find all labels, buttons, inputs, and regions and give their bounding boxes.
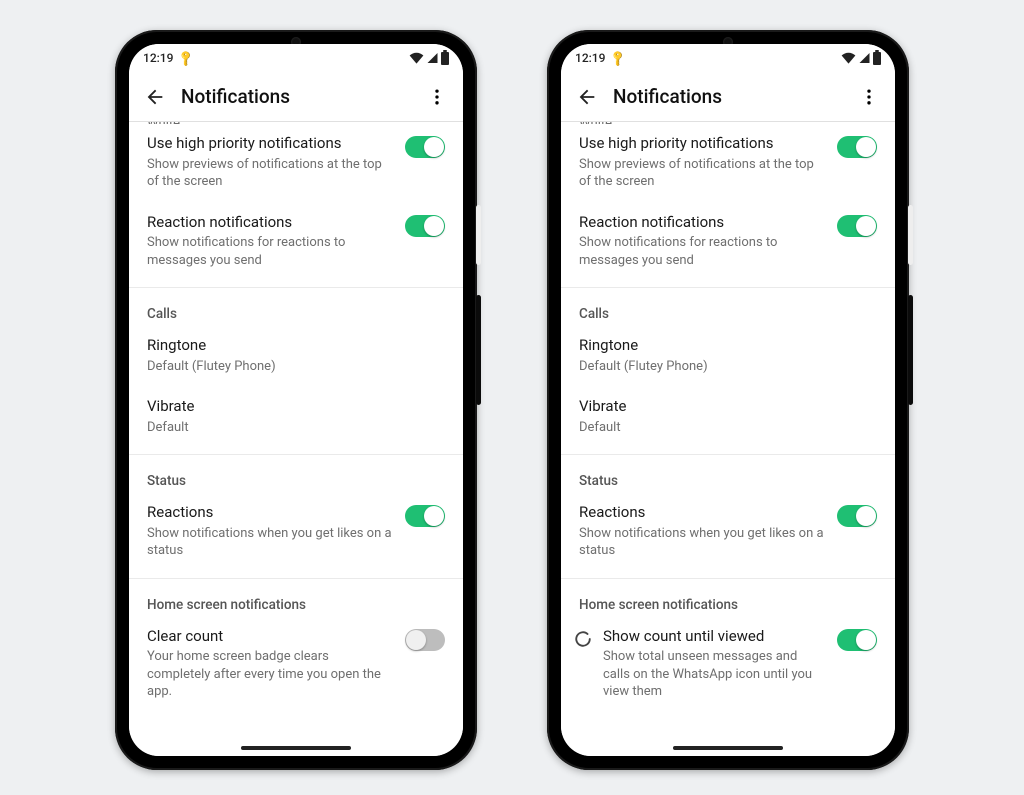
status-bar: 12:19 🔑	[561, 44, 895, 72]
setting-status-reactions[interactable]: Reactions Show notifications when you ge…	[561, 493, 895, 572]
setting-title: Show count until viewed	[603, 627, 827, 647]
power-button	[476, 205, 481, 265]
toggle-clear-count[interactable]	[405, 629, 445, 651]
setting-subtitle: Show notifications for reactions to mess…	[579, 234, 827, 269]
section-header-calls: Calls	[561, 290, 895, 326]
setting-title: Use high priority notifications	[579, 134, 827, 154]
loading-spinner-icon	[573, 629, 593, 649]
arrow-back-icon	[144, 86, 166, 108]
status-bar: 12:19 🔑	[129, 44, 463, 72]
setting-title: Ringtone	[579, 336, 877, 356]
section-header-calls: Calls	[129, 290, 463, 326]
page-title: Notifications	[181, 85, 417, 108]
section-header-status: Status	[129, 457, 463, 493]
battery-icon	[441, 52, 449, 65]
setting-title: Vibrate	[579, 397, 877, 417]
app-bar: Notifications	[561, 72, 895, 122]
signal-icon	[426, 52, 439, 64]
signal-icon	[858, 52, 871, 64]
setting-subtitle: Default (Flutey Phone)	[579, 358, 877, 376]
setting-title: Vibrate	[147, 397, 445, 417]
settings-list[interactable]: White Use high priority notifications Sh…	[561, 122, 895, 756]
section-header-status: Status	[561, 457, 895, 493]
setting-subtitle: Show previews of notifications at the to…	[579, 156, 827, 191]
setting-title: Reactions	[579, 503, 827, 523]
volume-button	[908, 295, 913, 405]
setting-high-priority[interactable]: Use high priority notifications Show pre…	[129, 124, 463, 203]
setting-vibrate[interactable]: Vibrate Default	[561, 387, 895, 448]
vpn-key-icon: 🔑	[609, 49, 628, 68]
setting-subtitle: Show total unseen messages and calls on …	[603, 648, 827, 701]
toggle-reaction-notifications[interactable]	[405, 215, 445, 237]
toggle-show-count[interactable]	[837, 629, 877, 651]
screen: 12:19 🔑 Notifications White Use high	[129, 44, 463, 756]
screen: 12:19 🔑 Notifications White Use high	[561, 44, 895, 756]
wifi-icon	[841, 52, 856, 64]
setting-subtitle: Show notifications when you get likes on…	[579, 525, 827, 560]
setting-title: Ringtone	[147, 336, 445, 356]
phone-frame: 12:19 🔑 Notifications White Use high	[547, 30, 909, 770]
toggle-status-reactions[interactable]	[405, 505, 445, 527]
setting-title: Clear count	[147, 627, 395, 647]
toggle-high-priority[interactable]	[837, 136, 877, 158]
settings-list[interactable]: White Use high priority notifications Sh…	[129, 122, 463, 756]
setting-title: Use high priority notifications	[147, 134, 395, 154]
setting-subtitle: Show previews of notifications at the to…	[147, 156, 395, 191]
setting-reaction-notifications[interactable]: Reaction notifications Show notification…	[129, 203, 463, 282]
back-button[interactable]	[135, 77, 175, 117]
setting-status-reactions[interactable]: Reactions Show notifications when you ge…	[129, 493, 463, 572]
more-vert-icon	[859, 87, 879, 107]
setting-high-priority[interactable]: Use high priority notifications Show pre…	[561, 124, 895, 203]
setting-subtitle: Default	[147, 419, 445, 437]
setting-clear-count[interactable]: Clear count Your home screen badge clear…	[129, 617, 463, 713]
phone-frame: 12:19 🔑 Notifications White Use high	[115, 30, 477, 770]
arrow-back-icon	[576, 86, 598, 108]
divider	[129, 454, 463, 455]
setting-ringtone[interactable]: Ringtone Default (Flutey Phone)	[129, 326, 463, 387]
wifi-icon	[409, 52, 424, 64]
setting-subtitle: Show notifications for reactions to mess…	[147, 234, 395, 269]
overflow-menu-button[interactable]	[849, 77, 889, 117]
status-time: 12:19	[143, 51, 173, 65]
setting-reaction-notifications[interactable]: Reaction notifications Show notification…	[561, 203, 895, 282]
toggle-reaction-notifications[interactable]	[837, 215, 877, 237]
setting-subtitle: Show notifications when you get likes on…	[147, 525, 395, 560]
toggle-high-priority[interactable]	[405, 136, 445, 158]
setting-title: Reaction notifications	[579, 213, 827, 233]
status-time: 12:19	[575, 51, 605, 65]
divider	[129, 287, 463, 288]
page-title: Notifications	[613, 85, 849, 108]
power-button	[908, 205, 913, 265]
vpn-key-icon: 🔑	[177, 49, 196, 68]
more-vert-icon	[427, 87, 447, 107]
setting-vibrate[interactable]: Vibrate Default	[129, 387, 463, 448]
divider	[561, 454, 895, 455]
back-button[interactable]	[567, 77, 607, 117]
divider	[561, 578, 895, 579]
battery-icon	[873, 52, 881, 65]
divider	[561, 287, 895, 288]
setting-subtitle: Default (Flutey Phone)	[147, 358, 445, 376]
app-bar: Notifications	[129, 72, 463, 122]
setting-ringtone[interactable]: Ringtone Default (Flutey Phone)	[561, 326, 895, 387]
setting-subtitle: Default	[579, 419, 877, 437]
volume-button	[476, 295, 481, 405]
setting-title: Reactions	[147, 503, 395, 523]
toggle-status-reactions[interactable]	[837, 505, 877, 527]
setting-title: Reaction notifications	[147, 213, 395, 233]
divider	[129, 578, 463, 579]
section-header-home: Home screen notifications	[129, 581, 463, 617]
setting-show-count-until-viewed[interactable]: Show count until viewed Show total unsee…	[561, 617, 895, 713]
overflow-menu-button[interactable]	[417, 77, 457, 117]
section-header-home: Home screen notifications	[561, 581, 895, 617]
setting-subtitle: Your home screen badge clears completely…	[147, 648, 395, 701]
